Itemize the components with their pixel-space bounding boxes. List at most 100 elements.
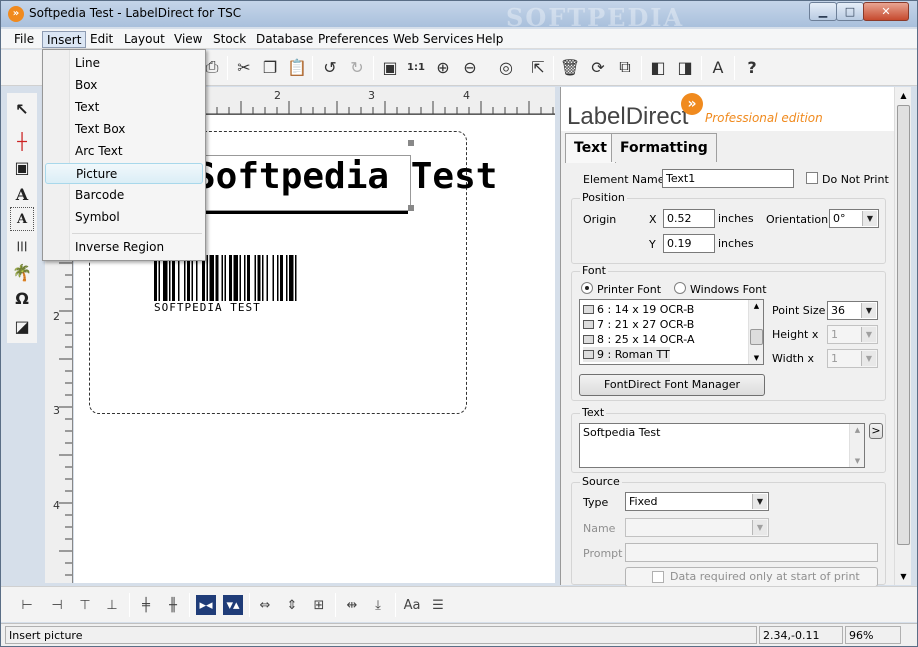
close-button[interactable]: ✕ [863, 2, 909, 21]
source-name-select[interactable]: ▼ [625, 518, 769, 537]
scroll-thumb[interactable] [750, 329, 763, 345]
zoom-fit-icon[interactable]: ▣ [379, 56, 401, 78]
undo-icon[interactable]: ↺ [319, 56, 341, 78]
same-width-icon[interactable]: ▸◂ [196, 595, 216, 615]
minimize-button[interactable]: ▁ [809, 2, 837, 21]
tab-text[interactable]: Text [565, 133, 616, 163]
element-name-field[interactable]: Text1 [662, 169, 794, 188]
scroll-thumb[interactable] [897, 105, 910, 545]
menu-item-inverse-region[interactable]: Inverse Region [45, 237, 203, 258]
scroll-up-icon[interactable]: ▲ [896, 88, 911, 103]
origin-x-field[interactable]: 0.52 [663, 209, 715, 228]
scroll-up-icon[interactable]: ▲ [851, 424, 864, 436]
scroll-down-icon[interactable]: ▼ [750, 352, 763, 364]
menu-database[interactable]: Database [252, 31, 317, 48]
zoom-in-icon[interactable]: ⊕ [432, 56, 454, 78]
import-icon[interactable]: ⇱ [527, 56, 549, 78]
maximize-button[interactable]: □ [836, 2, 864, 21]
scroll-up-icon[interactable]: ▲ [750, 300, 763, 312]
prompt-field[interactable] [625, 543, 878, 562]
windows-font-radio[interactable] [674, 282, 686, 294]
list-item[interactable]: 8 : 25 x 14 OCR-A [583, 332, 694, 347]
send-back-icon[interactable]: ◨ [674, 56, 696, 78]
copy-icon[interactable]: ❐ [259, 56, 281, 78]
align-bottom-icon[interactable]: ⊥ [102, 595, 122, 615]
align-top-icon[interactable]: ⊤ [75, 595, 95, 615]
menu-preferences[interactable]: Preferences [314, 31, 393, 48]
align-left-icon[interactable]: ⊢ [17, 595, 37, 615]
same-height-icon[interactable]: ▾▴ [223, 595, 243, 615]
delete-icon[interactable]: 🗑 [559, 56, 581, 78]
menu-item-line[interactable]: Line [45, 53, 203, 74]
resize-handle[interactable] [408, 205, 414, 211]
menu-help[interactable]: Help [472, 31, 507, 48]
menu-layout[interactable]: Layout [120, 31, 169, 48]
printer-font-radio[interactable] [581, 282, 593, 294]
zoom-actual-icon[interactable]: 1:1 [405, 56, 427, 78]
scroll-down-icon[interactable]: ▼ [896, 569, 911, 584]
box-tool-icon[interactable]: ▣ [10, 155, 34, 179]
height-select[interactable]: 1 ▼ [827, 325, 878, 344]
source-type-select[interactable]: Fixed ▼ [625, 492, 769, 511]
line-weight-icon[interactable]: ☰ [428, 595, 448, 615]
text-size-icon[interactable]: Aa [402, 595, 422, 615]
font-style-icon[interactable]: A [707, 56, 729, 78]
menu-item-box[interactable]: Box [45, 75, 203, 96]
menu-item-text[interactable]: Text [45, 97, 203, 118]
label-roll-icon[interactable]: ◎ [495, 56, 517, 78]
picture-tool-icon[interactable]: 🌴 [10, 260, 34, 284]
center-vertical-icon[interactable]: ╫ [163, 595, 183, 615]
orientation-select[interactable]: 0° ▼ [829, 209, 879, 228]
scroll-down-icon[interactable]: ▼ [851, 455, 864, 467]
paste-icon[interactable]: 📋 [286, 56, 308, 78]
menu-web-services[interactable]: Web Services [389, 31, 478, 48]
expand-text-button[interactable]: > [869, 423, 883, 439]
panel-scrollbar[interactable]: ▲ ▼ [894, 87, 911, 585]
help-icon[interactable]: ? [741, 56, 763, 78]
font-list-scrollbar[interactable]: ▲ ▼ [748, 300, 763, 364]
center-on-label-icon[interactable]: ⊞ [309, 595, 329, 615]
menu-item-arc-text[interactable]: Arc Text [45, 141, 203, 162]
menu-item-barcode[interactable]: Barcode [45, 185, 203, 206]
text-content-field[interactable]: Softpedia Test ▲ ▼ [579, 423, 865, 468]
list-item[interactable]: 6 : 14 x 19 OCR-B [583, 302, 694, 317]
width-select[interactable]: 1 ▼ [827, 349, 878, 368]
menu-item-symbol[interactable]: Symbol [45, 207, 203, 228]
data-required-checkbox[interactable] [652, 571, 664, 583]
do-not-print-checkbox[interactable] [806, 172, 818, 184]
text-tool-icon[interactable]: A [10, 182, 34, 206]
space-horizontal-icon[interactable]: ⇔ [255, 595, 275, 615]
resize-handle[interactable] [408, 140, 414, 146]
menu-item-text-box[interactable]: Text Box [45, 119, 203, 140]
barcode-object[interactable] [154, 255, 382, 301]
menu-file[interactable]: File [10, 31, 38, 48]
data-required-option[interactable]: Data required only at start of print run [625, 567, 878, 601]
textbox-tool-icon[interactable]: A [10, 207, 34, 231]
refresh-icon[interactable]: ⟳ [587, 56, 609, 78]
line-tool-icon[interactable]: ┼ [10, 129, 34, 153]
origin-y-field[interactable]: 0.19 [663, 234, 715, 253]
zoom-out-icon[interactable]: ⊖ [459, 56, 481, 78]
menu-edit[interactable]: Edit [86, 31, 117, 48]
menu-item-picture[interactable]: Picture [45, 163, 203, 184]
distribute-horizontal-icon[interactable]: ⇹ [342, 595, 362, 615]
printer-font-list[interactable]: 6 : 14 x 19 OCR-B 7 : 21 x 27 OCR-B 8 : … [579, 299, 764, 365]
menu-insert[interactable]: Insert [42, 31, 87, 48]
list-item[interactable]: 7 : 21 x 27 OCR-B [583, 317, 694, 332]
barcode-tool-icon[interactable]: ||| [10, 234, 34, 258]
duplicate-icon[interactable]: ⧉ [614, 56, 636, 78]
cut-icon[interactable]: ✂ [233, 56, 255, 78]
space-vertical-icon[interactable]: ⇕ [282, 595, 302, 615]
redo-icon[interactable]: ↻ [346, 56, 368, 78]
bring-front-icon[interactable]: ◧ [647, 56, 669, 78]
symbol-tool-icon[interactable]: Ω [10, 286, 34, 310]
menu-stock[interactable]: Stock [209, 31, 250, 48]
align-right-icon[interactable]: ⊣ [47, 595, 67, 615]
pointer-icon[interactable]: ↖ [10, 97, 34, 121]
center-horizontal-icon[interactable]: ╪ [136, 595, 156, 615]
inverse-region-icon[interactable]: ◪ [10, 314, 34, 338]
tab-formatting[interactable]: Formatting [611, 133, 717, 162]
font-manager-button[interactable]: FontDirect Font Manager [579, 374, 765, 396]
distribute-vertical-icon[interactable]: ⤓ [368, 595, 388, 615]
list-item[interactable]: 9 : Roman TT [583, 347, 670, 362]
